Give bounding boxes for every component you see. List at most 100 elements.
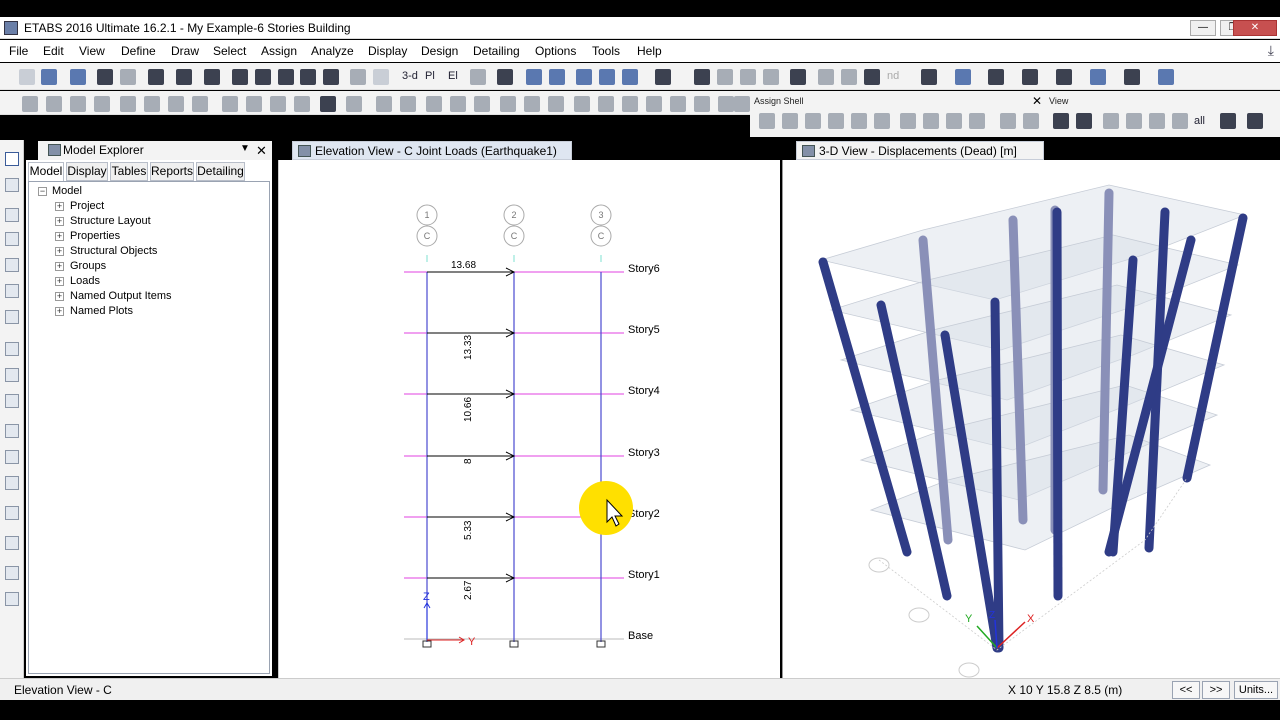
object-shrink-icon[interactable] <box>576 69 592 85</box>
draw-line-icon[interactable] <box>5 208 19 222</box>
move-joint-icon[interactable] <box>426 96 442 112</box>
show-undeformed-icon[interactable] <box>622 69 638 85</box>
elevation-view-close-icon[interactable]: ✕ <box>760 143 771 159</box>
menu-options[interactable]: Options <box>535 44 576 58</box>
copy-edit-icon[interactable] <box>246 96 262 112</box>
align-icon[interactable] <box>346 96 362 112</box>
shell-stiffness-icon[interactable] <box>782 113 798 129</box>
close-window-button[interactable]: ✕ <box>1233 20 1277 36</box>
connect-icon[interactable] <box>574 96 590 112</box>
elevation-view-button[interactable]: El <box>448 70 458 82</box>
view-grid-icon[interactable] <box>1149 113 1165 129</box>
menu-define[interactable]: Define <box>121 44 156 58</box>
show-deformed-icon[interactable] <box>655 69 671 85</box>
view-refresh-icon[interactable] <box>1076 113 1092 129</box>
assign-shell-close-icon[interactable]: ✕ <box>1032 94 1042 108</box>
shell-group-icon[interactable] <box>1023 113 1039 129</box>
tree-expand-icon[interactable]: + <box>55 232 64 241</box>
area-load-icon[interactable] <box>646 96 662 112</box>
ibeam-icon[interactable] <box>1022 69 1038 85</box>
tree-root-model[interactable]: Model <box>52 185 82 197</box>
view-snap-icon[interactable] <box>1247 113 1263 129</box>
draw-joint-icon[interactable] <box>22 96 38 112</box>
shell-diaphragm-icon[interactable] <box>946 113 962 129</box>
spandrel-icon[interactable] <box>718 96 734 112</box>
model-explorer-close-icon[interactable]: ✕ <box>256 143 267 159</box>
line-style-icon[interactable] <box>1056 69 1072 85</box>
zoom-in-step-icon[interactable] <box>300 69 316 85</box>
previous-view-button[interactable]: << <box>1172 681 1200 699</box>
draw-developed-elev-icon[interactable] <box>5 592 19 606</box>
merge-icon[interactable] <box>400 96 416 112</box>
draw-frame-icon[interactable] <box>46 96 62 112</box>
draw-brace-icon[interactable] <box>70 96 86 112</box>
download-icon[interactable]: ⤓ <box>1268 42 1274 59</box>
measure-icon[interactable] <box>373 69 389 85</box>
next-view-button[interactable]: >> <box>1202 681 1230 699</box>
elevation-view-tab[interactable]: Elevation View - C Joint Loads (Earthqua… <box>292 141 572 160</box>
draw-door-icon[interactable] <box>5 476 19 490</box>
view-3d-button[interactable]: 3-d <box>402 70 418 82</box>
tab-reports[interactable]: Reports <box>150 162 194 181</box>
diaphragm-icon[interactable] <box>670 96 686 112</box>
draw-beam-icon[interactable] <box>5 258 19 272</box>
draw-opening-tool-icon[interactable] <box>5 450 19 464</box>
view-intersect-icon[interactable] <box>1172 113 1188 129</box>
zoom-out-icon[interactable] <box>323 69 339 85</box>
disconnect-icon[interactable] <box>548 96 564 112</box>
snap-point-icon[interactable] <box>818 69 834 85</box>
tree-item-named-plots[interactable]: Named Plots <box>70 305 133 317</box>
view-zoom-icon[interactable] <box>1053 113 1069 129</box>
units-button[interactable]: Units... <box>1234 681 1278 699</box>
3d-view-close-icon[interactable]: ✕ <box>1262 143 1273 159</box>
save-icon[interactable] <box>70 69 86 85</box>
extend-icon[interactable] <box>474 96 490 112</box>
shell-spandrel-icon[interactable] <box>923 113 939 129</box>
shell-offsets-icon[interactable] <box>828 113 844 129</box>
menu-assign[interactable]: Assign <box>261 44 297 58</box>
tree-item-properties[interactable]: Properties <box>70 230 120 242</box>
reshape-icon[interactable] <box>5 178 19 192</box>
extrude-icon[interactable] <box>450 96 466 112</box>
draw-dimension-icon[interactable] <box>5 566 19 580</box>
rotate-icon[interactable] <box>470 69 486 85</box>
pencil-icon[interactable] <box>148 69 164 85</box>
menu-draw[interactable]: Draw <box>171 44 199 58</box>
cut-icon[interactable] <box>222 96 238 112</box>
mesh-icon[interactable] <box>598 96 614 112</box>
menu-detailing[interactable]: Detailing <box>473 44 520 58</box>
tree-expand-icon[interactable]: + <box>55 247 64 256</box>
pier-icon[interactable] <box>694 96 710 112</box>
3d-view-tab[interactable]: 3-D View - Displacements (Dead) [m] <box>796 141 1044 160</box>
tab-display[interactable]: Display <box>66 162 108 181</box>
draw-rect-area-icon[interactable] <box>5 368 19 382</box>
draw-wall-icon[interactable] <box>94 96 110 112</box>
draw-link-tool-icon[interactable] <box>5 506 19 520</box>
tab-model[interactable]: Model <box>28 162 64 182</box>
zoom-window-icon[interactable] <box>232 69 248 85</box>
redo-icon[interactable] <box>120 69 136 85</box>
paste-icon[interactable] <box>270 96 286 112</box>
pointer-icon[interactable] <box>5 152 19 166</box>
tree-item-structure-layout[interactable]: Structure Layout <box>70 215 151 227</box>
run-analysis-icon[interactable] <box>204 69 220 85</box>
menu-display[interactable]: Display <box>368 44 407 58</box>
lock-icon[interactable] <box>176 69 192 85</box>
3d-view-canvas[interactable]: X Y Z <box>782 160 1280 678</box>
secondary-beam-icon[interactable] <box>763 69 779 85</box>
snap-line-icon[interactable] <box>841 69 857 85</box>
draw-link-icon[interactable] <box>120 96 136 112</box>
view-all-label[interactable]: all <box>1194 115 1205 127</box>
menu-tools[interactable]: Tools <box>592 44 620 58</box>
window-layout-icon[interactable] <box>1158 69 1174 85</box>
select-box-icon[interactable] <box>955 69 971 85</box>
shell-opening-icon[interactable] <box>969 113 985 129</box>
tab-detailing[interactable]: Detailing <box>196 162 245 181</box>
draw-wall-tool-icon[interactable] <box>5 424 19 438</box>
copy-icon[interactable] <box>1090 69 1106 85</box>
pan-icon[interactable] <box>350 69 366 85</box>
draw-tendon-icon[interactable] <box>5 536 19 550</box>
tree-expand-icon[interactable]: + <box>55 277 64 286</box>
shell-mesh-icon[interactable] <box>874 113 890 129</box>
menu-help[interactable]: Help <box>637 44 662 58</box>
